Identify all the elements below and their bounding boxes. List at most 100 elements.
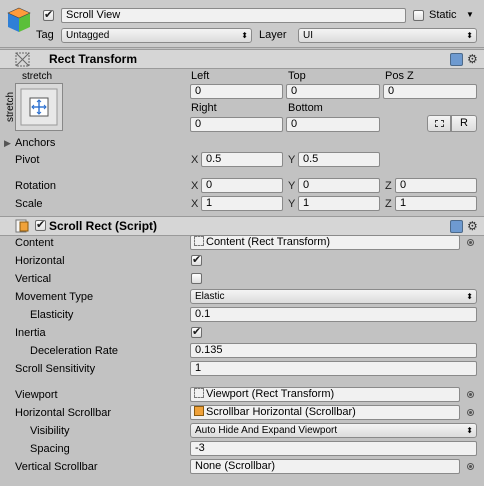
top-field[interactable]: 0 [286, 84, 380, 99]
top-label: Top [288, 70, 306, 82]
raw-edit-label: R [460, 117, 468, 129]
elasticity-label: Elasticity [30, 309, 74, 321]
object-picker-icon[interactable] [467, 463, 474, 470]
object-picker-icon[interactable] [467, 409, 474, 416]
spacing-label: Spacing [30, 443, 70, 455]
pivot-y-label: Y [288, 154, 296, 166]
visibility-dropdown[interactable]: Auto Hide And Expand Viewport ⬍ [190, 423, 477, 438]
scale-y-label: Y [288, 198, 296, 210]
gameobject-name-field[interactable]: Scroll View [61, 8, 406, 23]
rect-transform-title: Rect Transform [49, 52, 138, 66]
horizontal-label: Horizontal [15, 255, 65, 267]
gameobject-cube-icon [6, 6, 32, 34]
layer-label: Layer [259, 29, 287, 41]
horizontal-scrollbar-field[interactable]: Scrollbar Horizontal (Scrollbar) [190, 405, 460, 420]
deceleration-rate-label: Deceleration Rate [30, 345, 119, 357]
static-dropdown-arrow[interactable]: ▼ [466, 8, 474, 22]
content-field[interactable]: Content (Rect Transform) [190, 235, 460, 250]
rotation-z-field[interactable]: 0 [395, 178, 477, 193]
anchors-foldout-arrow[interactable]: ▶ [4, 136, 11, 150]
movement-type-label: Movement Type [15, 291, 94, 303]
tag-dropdown[interactable]: Untagged ⬍ [61, 28, 252, 43]
rotation-x-field[interactable]: 0 [201, 178, 283, 193]
help-icon[interactable] [450, 220, 463, 233]
layer-dropdown[interactable]: UI ⬍ [298, 28, 477, 43]
script-icon [15, 219, 29, 233]
blueprint-icon[interactable] [450, 53, 463, 66]
blueprint-mode-button[interactable] [427, 115, 451, 132]
viewport-field[interactable]: Viewport (Rect Transform) [190, 387, 460, 402]
inertia-checkbox[interactable] [191, 325, 202, 338]
gear-icon[interactable]: ⚙ [467, 53, 478, 65]
object-picker-icon[interactable] [467, 391, 474, 398]
visibility-label: Visibility [30, 425, 70, 437]
raw-edit-button[interactable]: R [451, 115, 477, 132]
horizontal-checkbox[interactable] [191, 253, 202, 266]
scroll-sensitivity-label: Scroll Sensitivity [15, 363, 96, 375]
scroll-sensitivity-field[interactable]: 1 [190, 361, 477, 376]
pivot-x-label: X [191, 154, 199, 166]
chevron-down-icon: ⬍ [466, 292, 473, 301]
layer-value: UI [303, 30, 313, 41]
spacing-field[interactable]: -3 [190, 441, 477, 456]
right-label: Right [191, 102, 217, 114]
active-checkbox[interactable] [43, 8, 54, 21]
scale-y-field[interactable]: 1 [298, 196, 380, 211]
scroll-rect-enabled-checkbox[interactable] [35, 218, 46, 231]
rect-transform-icon [194, 388, 204, 398]
visibility-value: Auto Hide And Expand Viewport [195, 425, 338, 436]
left-label: Left [191, 70, 210, 82]
script-icon [194, 406, 204, 416]
static-checkbox[interactable] [413, 10, 424, 21]
anchor-preset-top-label: stretch [22, 71, 53, 82]
rotation-y-field[interactable]: 0 [298, 178, 380, 193]
bottom-label: Bottom [288, 102, 323, 114]
tag-label: Tag [36, 29, 54, 41]
pivot-label: Pivot [15, 154, 40, 166]
posz-field[interactable]: 0 [383, 84, 477, 99]
object-picker-icon[interactable] [467, 239, 474, 246]
scale-x-field[interactable]: 1 [201, 196, 283, 211]
rect-transform-icon [194, 236, 204, 246]
deceleration-rate-field[interactable]: 0.135 [190, 343, 477, 358]
scale-x-label: X [191, 198, 199, 210]
vertical-scrollbar-label: Vertical Scrollbar [15, 461, 98, 473]
rotation-label: Rotation [15, 180, 56, 192]
pivot-y-field[interactable]: 0.5 [298, 152, 380, 167]
bottom-field[interactable]: 0 [286, 117, 380, 132]
right-field[interactable]: 0 [190, 117, 283, 132]
horizontal-scrollbar-value: Scrollbar Horizontal (Scrollbar) [206, 406, 356, 418]
movement-type-dropdown[interactable]: Elastic ⬍ [190, 289, 477, 304]
viewport-value: Viewport (Rect Transform) [206, 388, 335, 400]
static-label: Static [429, 9, 457, 21]
content-label: Content [15, 237, 54, 249]
movement-type-value: Elastic [195, 291, 225, 302]
vertical-checkbox[interactable] [191, 273, 202, 284]
gear-icon[interactable]: ⚙ [467, 220, 478, 232]
rotation-y-label: Y [288, 180, 296, 192]
scale-z-label: Z [385, 198, 392, 210]
chevron-down-icon: ⬍ [241, 31, 248, 40]
rotation-z-label: Z [385, 180, 392, 192]
scale-z-field[interactable]: 1 [395, 196, 477, 211]
horizontal-scrollbar-label: Horizontal Scrollbar [15, 407, 111, 419]
anchor-preset-icon[interactable] [15, 83, 63, 131]
anchors-label[interactable]: Anchors [15, 136, 55, 150]
left-field[interactable]: 0 [190, 84, 283, 99]
chevron-down-icon: ⬍ [466, 31, 473, 40]
scale-label: Scale [15, 198, 43, 210]
chevron-down-icon: ⬍ [466, 426, 473, 435]
pivot-x-field[interactable]: 0.5 [201, 152, 283, 167]
elasticity-field[interactable]: 0.1 [190, 307, 477, 322]
rect-transform-icon [15, 52, 30, 67]
vertical-scrollbar-field[interactable]: None (Scrollbar) [190, 459, 460, 474]
inertia-label: Inertia [15, 327, 46, 339]
posz-label: Pos Z [385, 70, 414, 82]
vertical-label: Vertical [15, 273, 52, 285]
blueprint-mode-icon [435, 120, 444, 127]
rotation-x-label: X [191, 180, 199, 192]
viewport-label: Viewport [15, 389, 58, 401]
content-value: Content (Rect Transform) [206, 236, 331, 248]
scroll-rect-title: Scroll Rect (Script) [49, 219, 158, 233]
tag-value: Untagged [66, 30, 110, 41]
